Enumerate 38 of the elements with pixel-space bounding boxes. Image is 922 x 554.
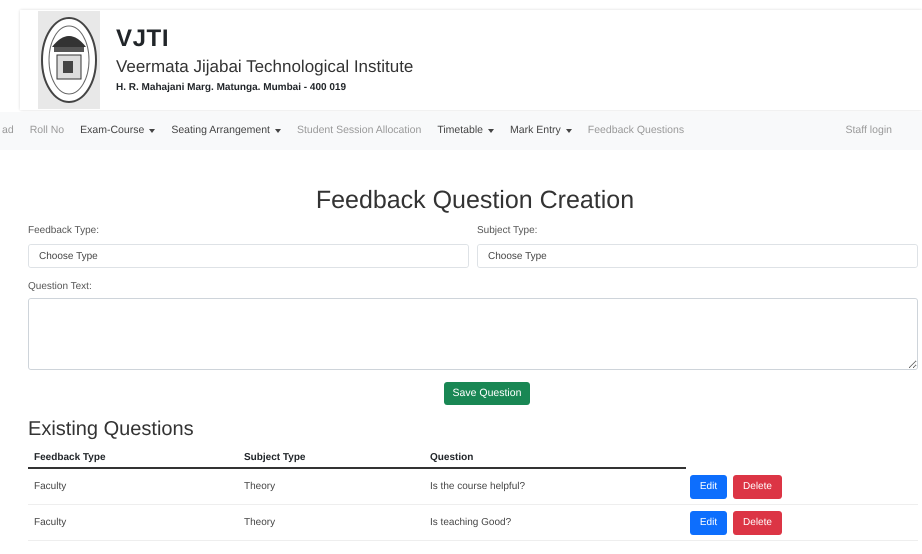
table-cell-text: Is teaching Good? [429,516,512,530]
table-cell-text: Theory [243,480,276,494]
table-cell-text: Faculty [33,480,68,494]
section-title: Existing Questions [28,417,195,441]
type-select[interactable]: Choose Type [477,244,918,268]
table-cell-text: Is the course helpful? [429,480,526,494]
field-label: Subject Type: [477,224,538,238]
nav-dropdown[interactable]: Timetable [437,123,494,139]
institute-address: H. R. Mahajani Marg. Matunga. Mumbai - 400 019 [116,81,348,95]
edit-button[interactable]: Edit [690,510,727,534]
nav-dropdown[interactable]: Mark Entry [510,123,572,139]
nav-dropdown[interactable]: Exam-Course [80,123,156,139]
column-header: Feedback Type [33,450,107,464]
field-label: Question Text: [28,280,93,294]
staff-login-link[interactable]: Staff login [845,123,892,139]
caret-icon [149,129,156,133]
delete-button[interactable]: Delete [733,474,782,498]
column-header: Question [429,450,474,464]
edit-button[interactable]: Edit [690,474,727,498]
nav-link[interactable]: Roll No [30,123,64,139]
column-header: Subject Type [243,450,306,464]
delete-button[interactable]: Delete [733,510,782,534]
nav-link[interactable]: ad [2,123,14,139]
site-title: VJTI [116,24,170,54]
table-cell-text: Theory [243,516,276,530]
caret-icon [274,129,281,133]
institute-name: Veermata Jijabai Technological Institute [116,56,414,78]
question-text-field[interactable] [28,298,918,370]
nav-dropdown[interactable]: Seating Arrangement [171,123,281,139]
field-label: Feedback Type: [28,224,100,238]
save-question-button[interactable]: Save Question [444,382,530,405]
type-select[interactable]: Choose Type [28,244,469,268]
table-cell-text: Faculty [33,516,68,530]
nav-link[interactable]: Feedback Questions [588,123,684,139]
page-title: Feedback Question Creation [314,185,636,216]
caret-icon [566,129,572,133]
nav-link[interactable]: Student Session Allocation [296,123,422,139]
caret-icon [488,129,494,133]
